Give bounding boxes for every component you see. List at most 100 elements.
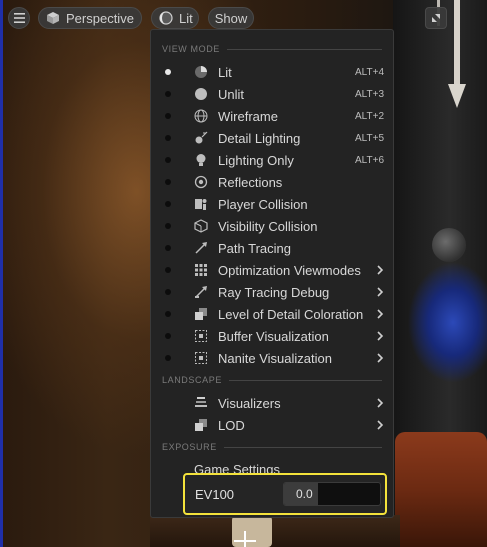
section-divider [226,48,382,50]
maximize-viewport-button[interactable] [425,7,447,29]
chevron-right-icon [377,287,384,297]
chevron-right-icon [377,353,384,363]
scene-lamp [232,516,272,547]
perspective-label: Perspective [66,10,134,26]
show-button[interactable]: Show [208,7,254,29]
section-divider [223,446,382,448]
scene-robot [398,240,487,390]
scene-cord [454,0,460,90]
radio-icon [165,113,171,119]
menu-item-label: LOD [218,417,245,433]
menu-item-label: Visualizers [218,395,281,411]
chevron-right-icon [377,309,384,319]
menu-item-label: Buffer Visualization [218,328,329,344]
view-mode-label: Lit [179,10,193,26]
scene-cord-tip [448,84,466,108]
menu-item-visualizers[interactable]: Visualizers [151,392,393,414]
menu-item-label: Detail Lighting [218,130,301,146]
menu-item-label: Ray Tracing Debug [218,284,330,300]
mouse-cursor-crosshair [244,531,246,547]
radio-icon [165,157,171,163]
radio-icon [165,245,171,251]
section-title: LANDSCAPE [162,375,222,385]
radio-icon [165,179,171,185]
menu-item-unlit[interactable]: Unlit ALT+3 [151,83,393,105]
reflections-icon [194,175,208,189]
radio-icon [165,201,171,207]
chevron-right-icon [377,265,384,275]
menu-item-buffer-visualization[interactable]: Buffer Visualization [151,325,393,347]
menu-item-player-collision[interactable]: Player Collision [151,193,393,215]
menu-item-shortcut: ALT+4 [355,66,384,78]
radio-icon [165,289,171,295]
optimization-grid-icon [195,264,207,276]
menu-item-path-tracing[interactable]: Path Tracing [151,237,393,259]
menu-item-label: Optimization Viewmodes [218,262,361,278]
menu-item-ray-tracing-debug[interactable]: Ray Tracing Debug [151,281,393,303]
menu-item-shortcut: ALT+5 [355,132,384,144]
cube-icon [47,12,59,24]
ray-tracing-icon [195,286,207,298]
menu-item-shortcut: ALT+6 [355,154,384,166]
lod-icon [195,419,207,431]
ev100-row-highlighted: EV100 0.0 [183,473,387,515]
viewport-options-menu-button[interactable] [8,7,30,29]
menu-item-label: Lit [218,64,232,80]
section-divider [228,379,382,381]
perspective-button[interactable]: Perspective [38,7,142,29]
menu-item-wireframe[interactable]: Wireframe ALT+2 [151,105,393,127]
radio-icon [165,355,171,361]
menu-item-label: Path Tracing [218,240,291,256]
detail-lighting-icon [195,131,208,144]
unlit-sphere-icon [195,88,207,100]
section-title: VIEW MODE [162,44,220,54]
radio-icon [165,311,171,317]
scene-robot-joint [432,228,466,262]
viewport-selection-edge [0,0,3,547]
menu-item-label: Lighting Only [218,152,294,168]
menu-item-label: Level of Detail Coloration [218,306,364,322]
menu-item-label: Player Collision [218,196,308,212]
chevron-right-icon [377,398,384,408]
lit-sphere-icon [159,11,173,25]
radio-icon [165,91,171,97]
radio-icon [165,333,171,339]
scene-armchair [395,432,487,547]
lod-coloration-icon [195,308,207,320]
radio-selected-icon [165,69,171,75]
buffer-visualization-icon [195,330,207,342]
radio-icon [165,135,171,141]
wireframe-sphere-icon [194,109,208,123]
visualizers-icon [195,397,207,407]
chevron-right-icon [377,420,384,430]
ev100-input[interactable]: 0.0 [283,482,381,506]
view-mode-dropdown: VIEW MODE Lit ALT+4 Unlit ALT+3 Wirefram… [150,29,394,518]
hamburger-icon [13,13,25,23]
menu-item-label: Visibility Collision [218,218,318,234]
show-label: Show [214,10,248,26]
section-header-exposure: EXPOSURE [162,440,382,454]
menu-item-lod-coloration[interactable]: Level of Detail Coloration [151,303,393,325]
radio-icon [165,223,171,229]
path-tracing-icon [195,242,207,254]
menu-item-nanite-visualization[interactable]: Nanite Visualization [151,347,393,369]
ev100-value: 0.0 [296,487,313,501]
menu-item-optimization-viewmodes[interactable]: Optimization Viewmodes [151,259,393,281]
menu-item-reflections[interactable]: Reflections [151,171,393,193]
section-header-view-mode: VIEW MODE [162,42,382,56]
menu-item-lighting-only[interactable]: Lighting Only ALT+6 [151,149,393,171]
chevron-right-icon [377,331,384,341]
menu-item-detail-lighting[interactable]: Detail Lighting ALT+5 [151,127,393,149]
menu-item-shortcut: ALT+3 [355,88,384,100]
scene-floor [150,515,400,547]
visibility-collision-icon [194,219,208,233]
menu-item-shortcut: ALT+2 [355,110,384,122]
menu-item-visibility-collision[interactable]: Visibility Collision [151,215,393,237]
menu-item-label: Wireframe [218,108,278,124]
menu-item-label: Reflections [218,174,283,190]
ev100-label: EV100 [195,487,235,502]
menu-item-lod[interactable]: LOD [151,414,393,436]
view-mode-button[interactable]: Lit [151,7,199,29]
nanite-visualization-icon [195,352,207,364]
menu-item-lit[interactable]: Lit ALT+4 [151,61,393,83]
